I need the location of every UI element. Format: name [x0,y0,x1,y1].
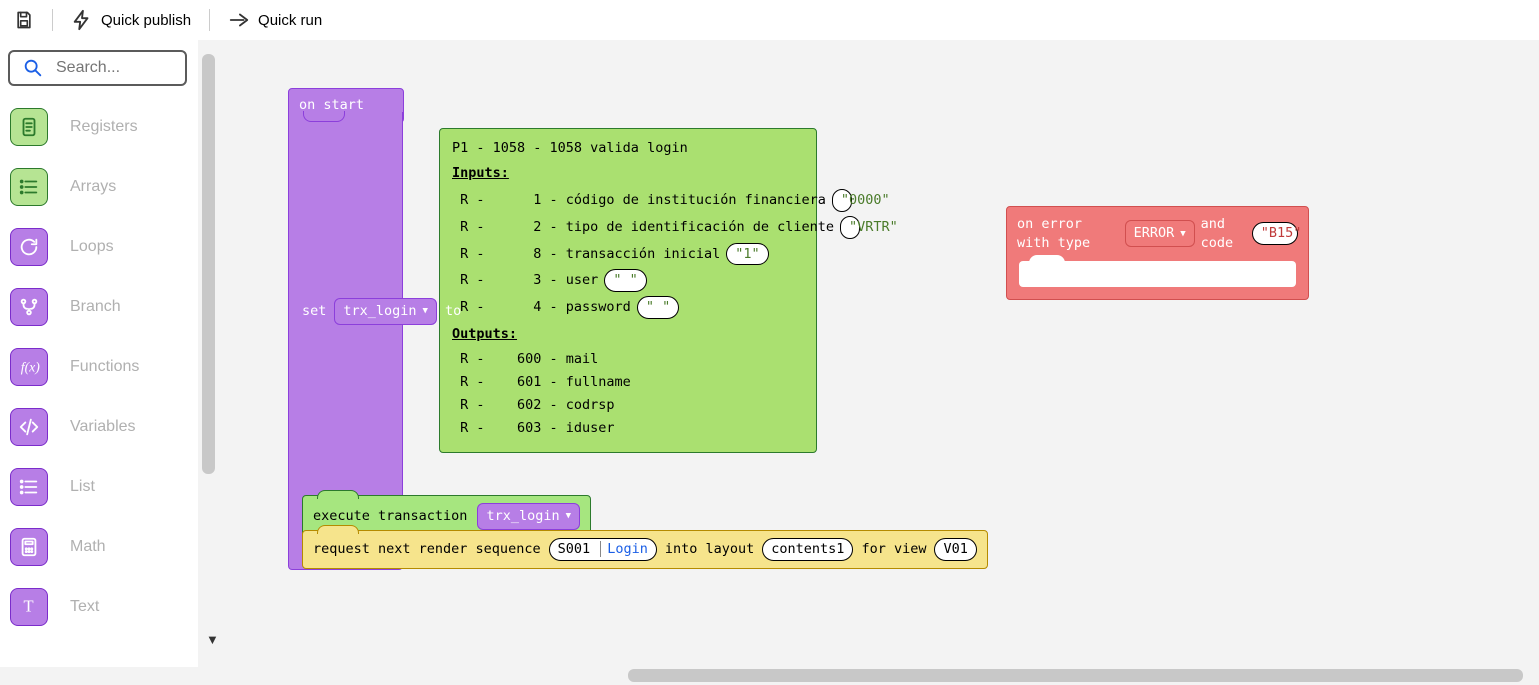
output-row: R - 601 - fullname [452,373,804,392]
input-value-pill[interactable]: "VRTR" [840,216,860,239]
list-icon [10,468,48,506]
svg-text:T: T [24,597,34,616]
sidebar-item-label: Text [70,598,99,616]
sidebar-item-label: Variables [70,418,136,436]
sidebar-item-label: Math [70,538,106,556]
fx-icon: f(x) [10,348,48,386]
sidebar-item-branch[interactable]: Branch [10,288,185,326]
sidebar-item-functions[interactable]: f(x) Functions [10,348,185,386]
sidebar-item-arrays[interactable]: Arrays [10,168,185,206]
toolbar: Quick publish Quick run [0,0,1539,40]
sidebar-item-variables[interactable]: Variables [10,408,185,446]
on-error-label-b: and code [1201,215,1246,253]
trx-title: P1 - 1058 - 1058 valida login [452,139,804,158]
set-keyword: set [302,302,326,321]
sidebar: Registers Arrays Loops Branch f(x) Functions V… [0,40,195,685]
error-code-pill[interactable]: "B15" [1252,222,1298,245]
search-icon [22,57,44,79]
for-view-label: for view [861,540,926,559]
sidebar-item-registers[interactable]: Registers [10,108,185,146]
input-row: R - 8 - transacción inicial "1" [452,243,804,266]
sidebar-item-loops[interactable]: Loops [10,228,185,266]
input-row: R - 1 - código de institución financiera… [452,189,804,212]
calc-icon [10,528,48,566]
loop-icon [10,228,48,266]
separator [209,9,210,31]
view-pill[interactable]: V01 [934,538,976,561]
input-value-pill[interactable]: "0000" [832,189,852,212]
quick-publish-label: Quick publish [101,12,191,29]
canvas[interactable]: ▼ on start set trx_login▼ to P1 - 1058 -… [198,40,1539,667]
sidebar-item-list[interactable]: List [10,468,185,506]
block-set-var[interactable]: set trx_login▼ to [302,298,461,325]
block-on-error[interactable]: on error with type ERROR▼ and code "B15" [1006,206,1309,300]
svg-text:f(x): f(x) [21,360,40,376]
sidebar-item-label: Loops [70,238,114,256]
sidebar-item-label: Functions [70,358,139,376]
on-error-body-slot[interactable] [1019,261,1296,287]
input-value-pill[interactable]: " " [604,269,646,292]
block-trx-definition[interactable]: P1 - 1058 - 1058 valida login Inputs: R … [439,128,817,453]
output-row: R - 600 - mail [452,350,804,369]
to-keyword: to [445,302,461,321]
input-row: R - 3 - user " " [452,269,804,292]
on-error-label-a: on error with type [1017,215,1119,253]
input-value-pill[interactable]: "1" [726,243,768,266]
layout-pill[interactable]: contents1 [762,538,853,561]
save-icon[interactable] [14,10,34,30]
text-icon: T [10,588,48,626]
error-type-dropdown[interactable]: ERROR▼ [1125,220,1195,247]
quick-publish-button[interactable]: Quick publish [71,9,191,31]
play-icon [228,9,250,31]
quick-run-button[interactable]: Quick run [228,9,322,31]
search-box[interactable] [8,50,187,86]
separator [52,9,53,31]
sidebar-expand-icon[interactable]: ▼ [206,632,219,647]
doc-icon [10,108,48,146]
output-row: R - 602 - codrsp [452,396,804,415]
sidebar-item-text[interactable]: T Text [10,588,185,626]
request-seq-pill[interactable]: S001 Login [549,538,657,561]
quick-run-label: Quick run [258,12,322,29]
sidebar-item-label: Branch [70,298,121,316]
horizontal-scrollbar-thumb[interactable] [628,669,1523,682]
into-layout-label: into layout [665,540,754,559]
output-row: R - 603 - iduser [452,419,804,438]
input-row: R - 4 - password " " [452,296,804,319]
vertical-scrollbar[interactable] [202,54,215,474]
input-value-pill[interactable]: " " [637,296,679,319]
set-var-dropdown[interactable]: trx_login▼ [334,298,437,325]
bolt-icon [71,9,93,31]
sidebar-item-label: List [70,478,95,496]
execute-var-dropdown[interactable]: trx_login▼ [477,503,580,530]
code-icon [10,408,48,446]
execute-label: execute transaction [313,507,467,526]
inputs-heading: Inputs: [452,164,804,183]
list-icon [10,168,48,206]
horizontal-scrollbar-track [0,667,1539,685]
sidebar-item-math[interactable]: Math [10,528,185,566]
input-row: R - 2 - tipo de identificación de client… [452,216,804,239]
outputs-heading: Outputs: [452,325,804,344]
sidebar-item-label: Registers [70,118,138,136]
branch-icon [10,288,48,326]
block-request-render[interactable]: request next render sequence S001 Login … [302,530,988,569]
request-label: request next render sequence [313,540,541,559]
sidebar-item-label: Arrays [70,178,116,196]
